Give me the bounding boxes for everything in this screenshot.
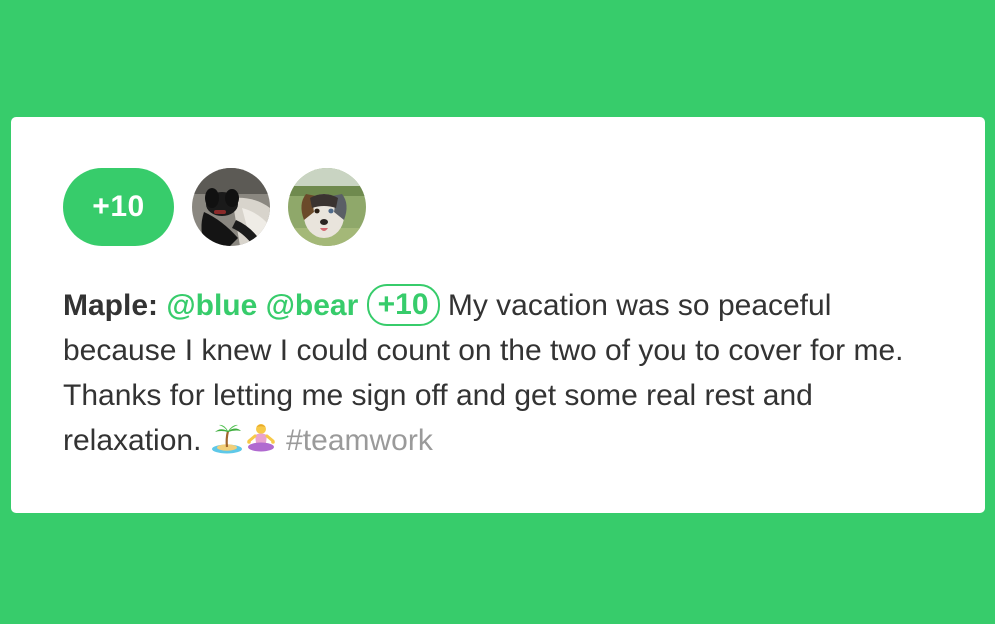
desert-island-emoji-icon bbox=[211, 424, 242, 454]
recipient-avatar-bear[interactable] bbox=[288, 168, 366, 246]
mention-bear[interactable]: @bear bbox=[266, 289, 359, 322]
dog-avatar-black-labrador-icon bbox=[192, 168, 270, 246]
person-in-lotus-position-emoji-icon bbox=[246, 424, 275, 452]
points-badge: +10 bbox=[63, 168, 174, 246]
dog-avatar-australian-shepherd-icon bbox=[288, 168, 366, 246]
mention-blue[interactable]: @blue bbox=[166, 289, 257, 322]
recognition-message: Maple: @blue @bear +10 My vacation was s… bbox=[63, 283, 953, 463]
recipient-avatar-blue[interactable] bbox=[192, 168, 270, 246]
hashtag-teamwork[interactable]: #teamwork bbox=[286, 424, 433, 457]
inline-points-badge: +10 bbox=[366, 284, 440, 326]
author-name: Maple: bbox=[63, 289, 159, 322]
recognition-header: +10 bbox=[63, 168, 366, 246]
recognition-card: +10 Maple: @blue @bear +10 My vacation w… bbox=[11, 117, 985, 513]
